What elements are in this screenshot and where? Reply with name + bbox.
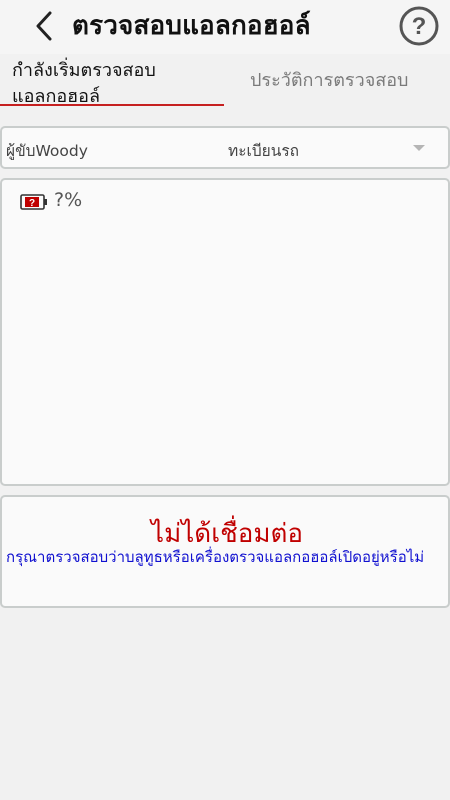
help-button[interactable]: ?: [399, 6, 439, 46]
question-circle-icon: ?: [399, 6, 439, 46]
battery-unknown-icon: ?: [20, 194, 47, 210]
license-plate-label: ทะเบียนรถ: [228, 142, 300, 160]
chevron-left-icon: [36, 11, 52, 41]
connection-status-message: กรุณาตรวจสอบว่าบลูทูธหรือเครื่องตรวจแอลก…: [6, 548, 425, 566]
svg-text:?: ?: [412, 13, 427, 40]
driver-vehicle-selector[interactable]: ผู้ขับWoody ทะเบียนรถ: [0, 126, 450, 169]
tab-bar: กำลังเริ่มตรวจสอบแอลกอฮอล์ ประวัติการตรว…: [0, 54, 450, 110]
back-button[interactable]: [26, 8, 62, 44]
tab-label: กำลังเริ่มตรวจสอบแอลกอฮอล์: [12, 60, 156, 107]
page-title: ตรวจสอบแอลกอฮอล์: [72, 11, 311, 41]
app-header: ตรวจสอบแอลกอฮอล์ ?: [0, 0, 450, 54]
driver-name: ผู้ขับWoody: [6, 142, 88, 160]
tab-history[interactable]: ประวัติการตรวจสอบ: [224, 54, 450, 110]
tab-label: ประวัติการตรวจสอบ: [250, 70, 409, 91]
reading-panel: ? ?%: [0, 178, 450, 486]
connection-status-panel: ไม่ได้เชื่อมต่อ กรุณาตรวจสอบว่าบลูทูธหรื…: [0, 495, 450, 608]
active-tab-indicator: [0, 104, 224, 106]
caret-down-icon[interactable]: [413, 145, 425, 151]
svg-text:?: ?: [29, 198, 35, 209]
battery-percent: ?%: [54, 189, 83, 211]
tab-start-check[interactable]: กำลังเริ่มตรวจสอบแอลกอฮอล์: [0, 54, 224, 110]
